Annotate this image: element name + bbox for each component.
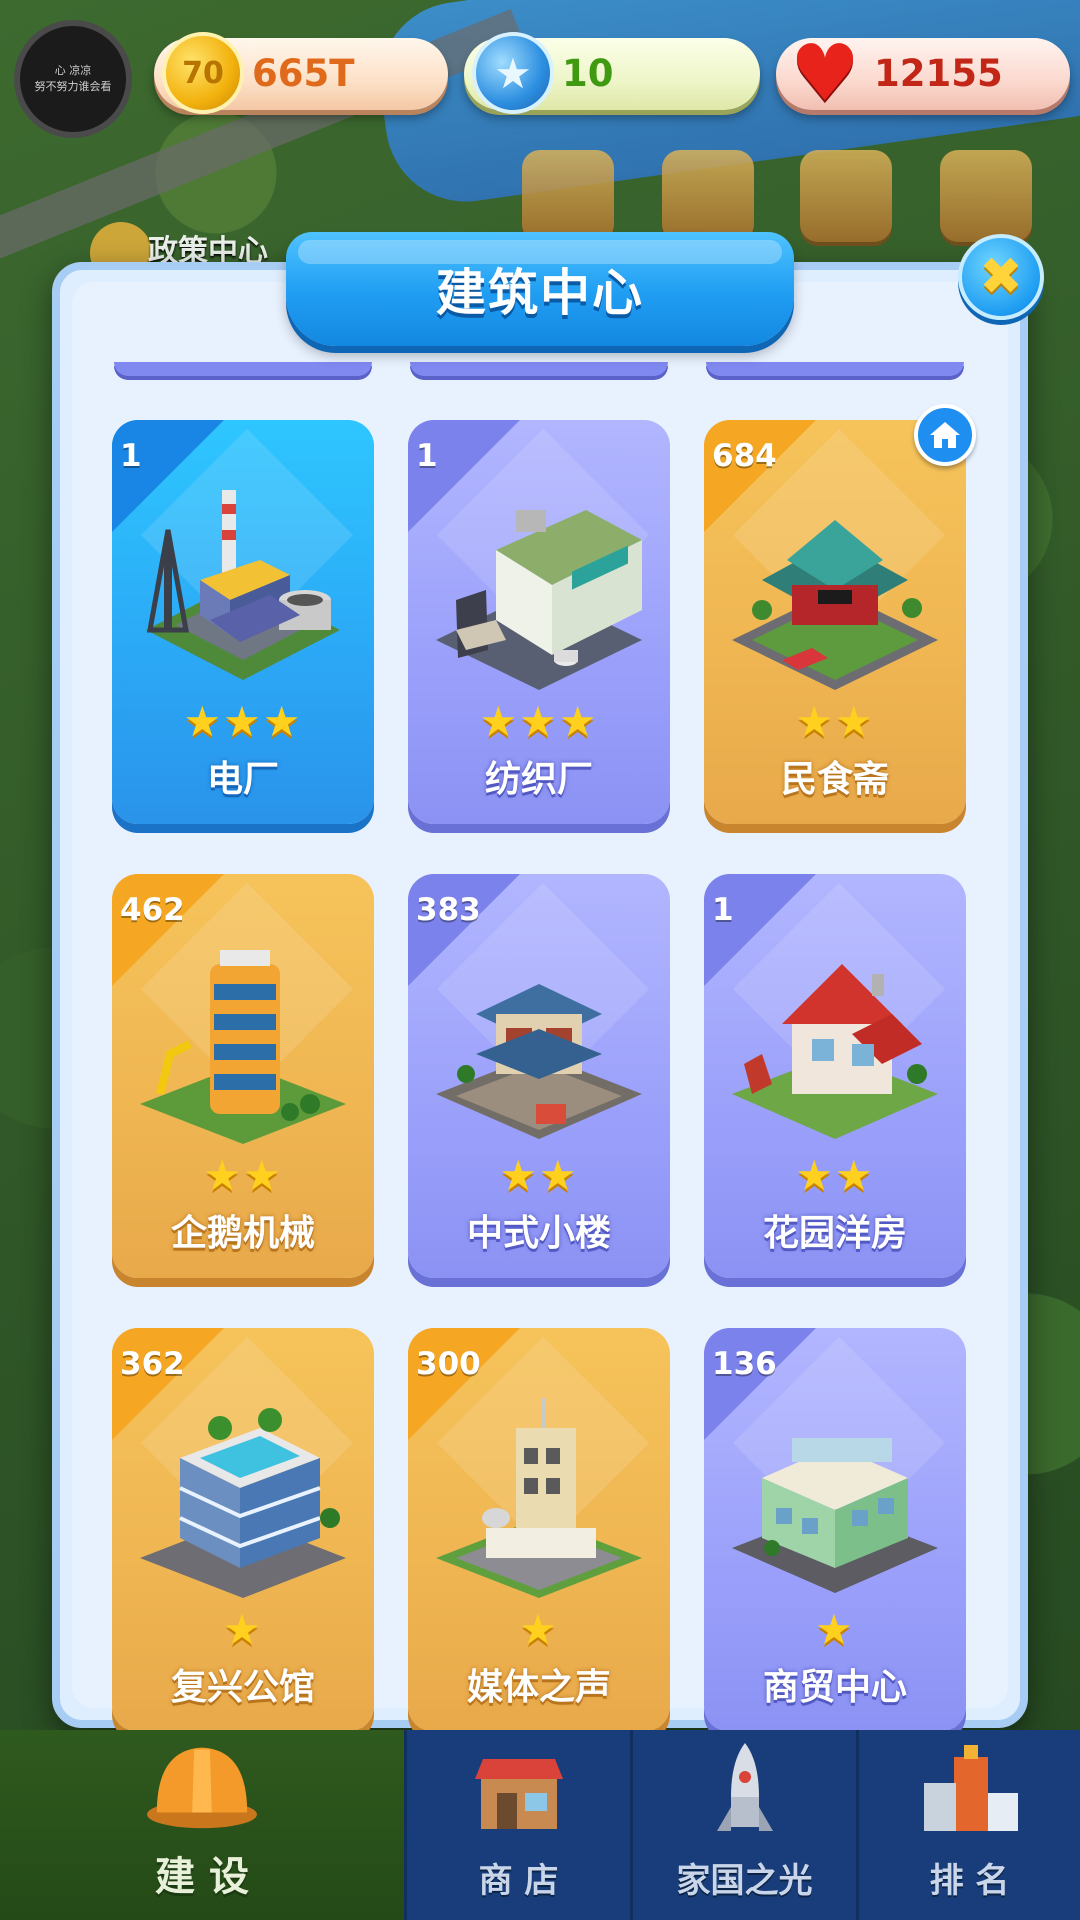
nav-national-glory-label: 家国之光: [676, 1861, 813, 1901]
building-count: 462: [120, 892, 185, 928]
building-card-media-voice[interactable]: 300 ★ 媒体之声: [408, 1328, 670, 1732]
close-icon: ✖: [979, 247, 1023, 307]
building-name: 复兴公馆: [170, 1667, 315, 1708]
building-card-garden-villa[interactable]: 1 ★★ 花园洋房: [704, 874, 966, 1278]
hearts-value: 12155: [874, 52, 1003, 95]
nav-ranking[interactable]: 排 名: [856, 1730, 1080, 1920]
building-card-power-plant[interactable]: 1 ★★★ 电厂: [112, 420, 374, 824]
coins-counter[interactable]: 70 665T: [154, 32, 448, 114]
building-count: 383: [416, 892, 481, 928]
building-name: 民食斋: [780, 759, 889, 800]
chinese-house-icon: [436, 984, 642, 1139]
building-count: 300: [416, 1346, 481, 1382]
rocket-card-icon: [800, 150, 892, 242]
nav-shop-label: 商 店: [478, 1861, 559, 1901]
building-name: 纺织厂: [484, 759, 593, 800]
villa-icon: [732, 964, 938, 1139]
previous-row-card: [706, 362, 964, 376]
building-card-minshizhai[interactable]: 684 ★★ 民食斋: [704, 420, 966, 824]
building-count: 1: [712, 892, 734, 928]
star-rating: ★: [223, 1605, 263, 1654]
building-name: 中式小楼: [466, 1213, 611, 1254]
home-badge: [914, 404, 976, 466]
building-count: 684: [712, 438, 777, 474]
close-button[interactable]: ✖: [958, 234, 1044, 320]
trade-center-icon: [732, 1438, 938, 1593]
anniversary-70-icon: [940, 150, 1032, 242]
star-rating: ★★: [499, 1151, 579, 1200]
podium-icon: [923, 1745, 1018, 1831]
building-count: 1: [120, 438, 142, 474]
building-name: 企鹅机械: [170, 1213, 315, 1254]
gems-counter[interactable]: ★ 10: [464, 32, 760, 114]
coins-value: 665T: [252, 52, 355, 95]
dialog-title: 建筑中心: [436, 264, 644, 322]
nav-shop[interactable]: 商 店: [404, 1730, 630, 1920]
building-card-chinese-house[interactable]: 383 ★★ 中式小楼: [408, 874, 670, 1278]
building-card-revival-mansion[interactable]: 362 ★ 复兴公馆: [112, 1328, 374, 1732]
coin-icon: 70: [162, 32, 244, 114]
nav-national-glory[interactable]: 家国之光: [630, 1730, 856, 1920]
star-rating: ★★★: [183, 697, 303, 746]
heart-icon: ♥: [790, 29, 860, 119]
star-gem-icon: ★: [472, 32, 554, 114]
hearts-counter[interactable]: ♥ 12155: [776, 34, 1070, 114]
shop-icon: [474, 1759, 563, 1829]
star-rating: ★: [815, 1605, 855, 1654]
avatar-text-line1: 心 凉凉: [54, 64, 92, 77]
hard-hat-icon: [147, 1747, 257, 1829]
building-name: 媒体之声: [466, 1667, 611, 1708]
building-name: 花园洋房: [762, 1213, 907, 1254]
power-plant-icon: [146, 490, 340, 680]
building-name: 商贸中心: [762, 1667, 907, 1708]
previous-row-card: [114, 362, 372, 376]
building-name: 电厂: [206, 759, 279, 800]
nav-ranking-label: 排 名: [929, 1861, 1010, 1901]
building-count: 1: [416, 438, 438, 474]
star-rating: ★★: [795, 697, 875, 746]
dialog-title-banner: 建筑中心: [286, 232, 794, 346]
building-count: 362: [120, 1346, 185, 1382]
bottom-nav: 建 设 商 店 家国之光 排 名: [0, 1730, 1080, 1920]
building-count: 136: [712, 1346, 777, 1382]
machinery-tower-icon: [140, 950, 346, 1144]
building-card-penguin-machinery[interactable]: 462 ★★ 企鹅机械: [112, 874, 374, 1278]
handshake-icon: [662, 150, 754, 242]
building-card-trade-center[interactable]: 136 ★ 商贸中心: [704, 1328, 966, 1732]
rocket-icon: [716, 1743, 773, 1831]
star-rating: ★★: [203, 1151, 283, 1200]
star-rating: ★★: [795, 1151, 875, 1200]
globe-building-icon: [522, 150, 614, 242]
home-icon: [930, 422, 960, 448]
glass-mansion-icon: [140, 1408, 346, 1598]
gems-value: 10: [562, 52, 614, 95]
star-rating: ★: [519, 1605, 559, 1654]
player-avatar[interactable]: 心 凉凉 努不努力谁会看: [14, 20, 132, 138]
nav-build[interactable]: 建 设: [0, 1730, 404, 1920]
previous-row-card: [410, 362, 668, 376]
chinese-restaurant-icon: [732, 520, 938, 690]
tv-station-icon: [436, 1398, 642, 1598]
star-rating: ★★★: [479, 697, 599, 746]
nav-build-label: 建 设: [155, 1854, 249, 1900]
textile-mill-icon: [436, 510, 642, 690]
coin-symbol: 70: [182, 55, 224, 91]
avatar-text-line2: 努不努力谁会看: [34, 80, 112, 93]
building-card-textile-mill[interactable]: 1 ★★★ 纺织厂: [408, 420, 670, 824]
